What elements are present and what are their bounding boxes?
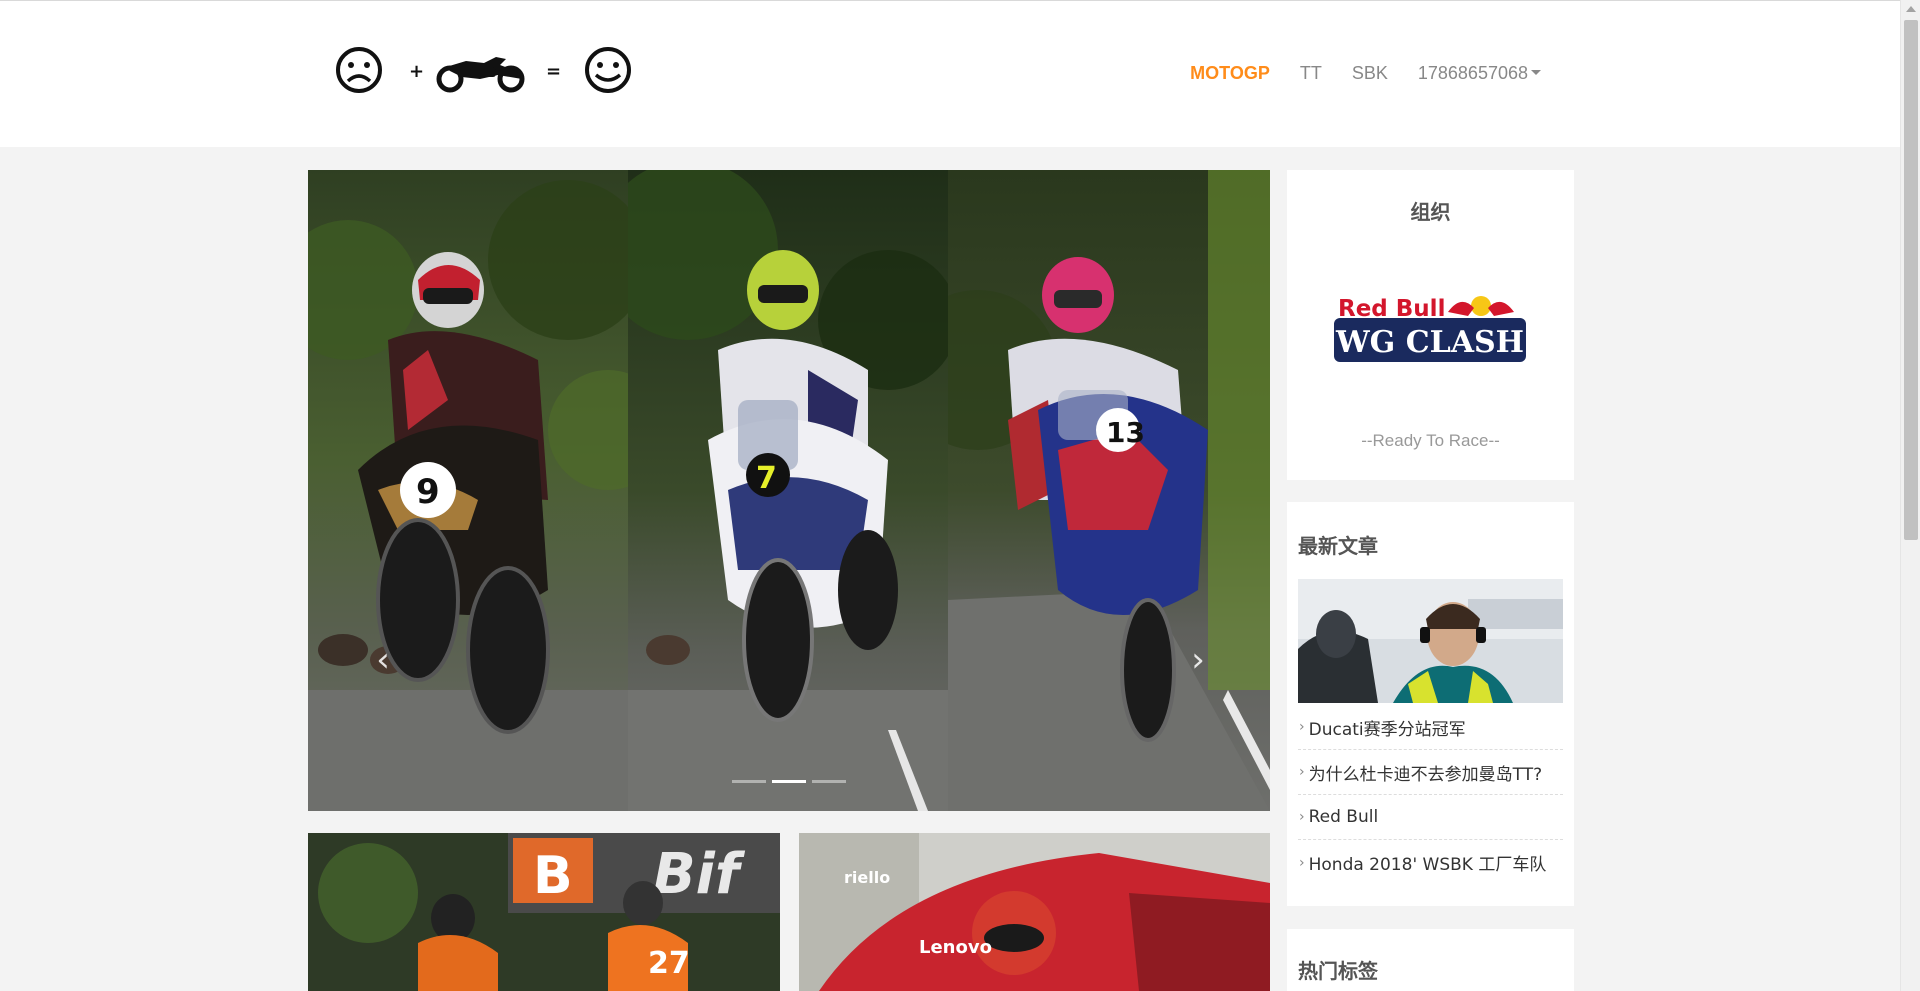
svg-text:7: 7 bbox=[756, 461, 777, 496]
nav-sbk[interactable]: SBK bbox=[1337, 63, 1403, 84]
svg-text:riello: riello bbox=[844, 868, 890, 887]
latest-articles-title: 最新文章 bbox=[1298, 534, 1378, 558]
main-nav: MOTOGP TT SBK 17868657068 bbox=[1175, 63, 1556, 84]
carousel-next-button[interactable]: › bbox=[1183, 640, 1213, 680]
logo-text-bottom: WG CLASH bbox=[1335, 325, 1524, 360]
hot-tags-title: 热门标签 bbox=[1298, 959, 1378, 983]
svg-text:B: B bbox=[533, 846, 573, 906]
article-link-4[interactable]: › Honda 2018' WSBK 工厂车队 bbox=[1298, 840, 1563, 885]
carousel-indicator-1[interactable] bbox=[732, 780, 766, 783]
site-logo[interactable]: + = bbox=[333, 47, 638, 93]
chevron-left-icon: ‹ bbox=[376, 640, 390, 680]
carousel-slide-rider-7: 7 bbox=[628, 170, 948, 811]
carousel-slide-rider-9: 9 bbox=[308, 170, 628, 811]
logo-equation-icon: + = bbox=[336, 47, 631, 93]
article-link-label: 为什么杜卡迪不去参加曼岛TT? bbox=[1308, 764, 1543, 785]
carousel-indicator-2[interactable] bbox=[772, 780, 806, 783]
article-thumbnail-ducati[interactable]: riello Lenovo bbox=[799, 833, 1270, 991]
carousel-indicators bbox=[308, 780, 1270, 783]
org-slogan: --Ready To Race-- bbox=[1361, 431, 1500, 450]
svg-text:=: = bbox=[546, 61, 561, 82]
article-link-label: Ducati赛季分站冠军 bbox=[1308, 719, 1466, 740]
logo-text-top: Red Bull bbox=[1338, 296, 1445, 322]
svg-text:27: 27 bbox=[648, 946, 690, 981]
svg-text:Bif: Bif bbox=[653, 842, 746, 907]
latest-article-image[interactable] bbox=[1298, 579, 1563, 703]
user-phone: 17868657068 bbox=[1417, 63, 1528, 83]
article-link-1[interactable]: › Ducati赛季分站冠军 bbox=[1298, 705, 1563, 750]
page-scrollbar[interactable] bbox=[1900, 0, 1920, 991]
chevron-right-icon: › bbox=[1299, 719, 1305, 735]
org-title: 组织 bbox=[1410, 200, 1451, 224]
chevron-right-icon: › bbox=[1299, 809, 1305, 825]
latest-articles-list: › Ducati赛季分站冠军 › 为什么杜卡迪不去参加曼岛TT? › Red Bull… bbox=[1298, 705, 1563, 885]
nav-user-dropdown[interactable]: 17868657068 bbox=[1403, 63, 1556, 84]
chevron-right-icon: › bbox=[1299, 764, 1305, 780]
nav-tt[interactable]: TT bbox=[1285, 63, 1337, 84]
carousel-prev-button[interactable]: ‹ bbox=[368, 640, 398, 680]
svg-text:+: + bbox=[409, 61, 424, 82]
hero-carousel[interactable]: 9 7 13 ‹ › bbox=[308, 170, 1270, 811]
svg-text:9: 9 bbox=[416, 472, 440, 512]
caret-down-icon bbox=[1531, 70, 1541, 76]
article-link-label: Red Bull bbox=[1308, 807, 1379, 827]
article-thumbnail-ktm[interactable]: B Bif 27 bbox=[308, 833, 780, 991]
article-link-3[interactable]: › Red Bull bbox=[1298, 795, 1563, 840]
article-link-2[interactable]: › 为什么杜卡迪不去参加曼岛TT? bbox=[1298, 750, 1563, 795]
site-header: + = MOTOGP TT SBK 17868657068 bbox=[0, 0, 1900, 147]
svg-text:Lenovo: Lenovo bbox=[919, 937, 992, 958]
carousel-slide-rider-13: 13 bbox=[948, 170, 1270, 811]
chevron-right-icon: › bbox=[1299, 854, 1305, 871]
svg-text:13: 13 bbox=[1106, 416, 1145, 449]
scroll-up-arrow-icon[interactable] bbox=[1906, 6, 1916, 12]
carousel-indicator-3[interactable] bbox=[812, 780, 846, 783]
scrollbar-thumb[interactable] bbox=[1904, 20, 1918, 540]
redbull-wg-clash-logo[interactable]: Red Bull WG CLASH bbox=[1328, 290, 1532, 368]
chevron-right-icon: › bbox=[1191, 640, 1205, 680]
article-link-label: Honda 2018' WSBK 工厂车队 bbox=[1308, 855, 1547, 875]
nav-motogp[interactable]: MOTOGP bbox=[1175, 63, 1285, 84]
